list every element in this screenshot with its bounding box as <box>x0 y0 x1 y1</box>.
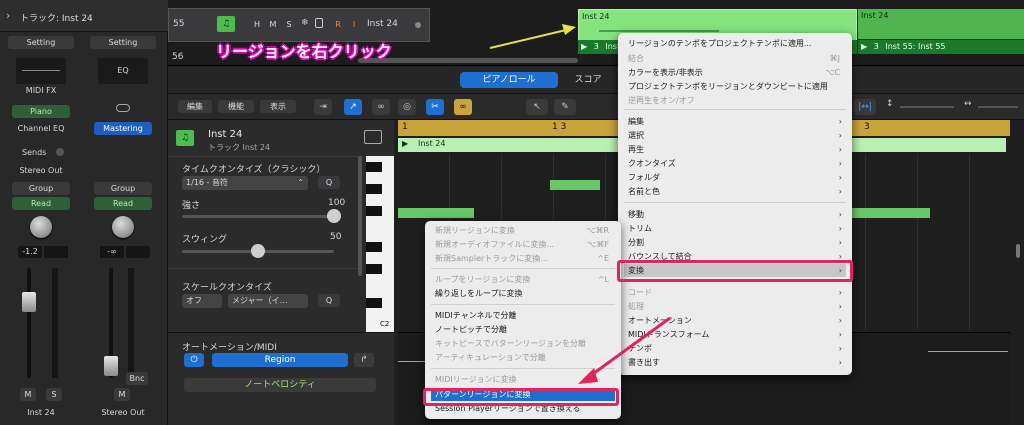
arrow-head-icon <box>578 368 598 384</box>
highlight-frame-pattern <box>423 388 619 406</box>
annotation-arrow-yellow <box>489 29 567 49</box>
annotation-arrows <box>489 24 671 384</box>
highlight-frame-convert <box>617 260 853 282</box>
annotation-arrow-magenta <box>589 316 671 378</box>
arrow-head-icon <box>562 24 576 35</box>
logic-pro-window: › トラック: Inst 24 Setting MIDI FX Piano Ch… <box>0 0 1024 425</box>
